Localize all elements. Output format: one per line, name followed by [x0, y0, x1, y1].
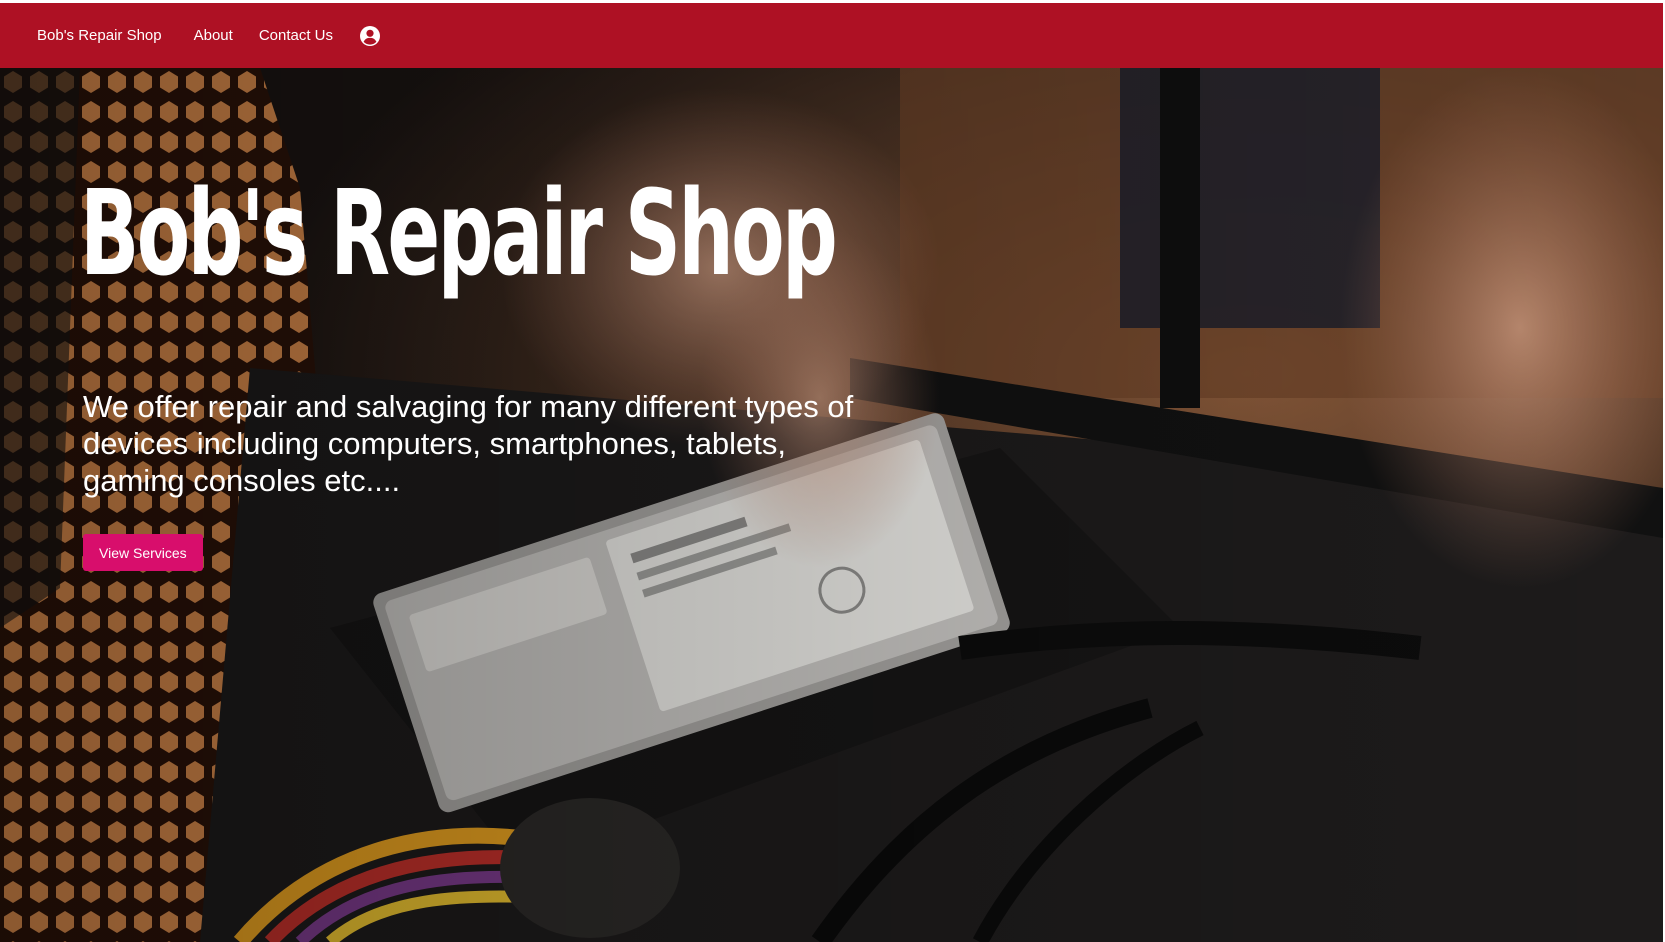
hero-description: We offer repair and salvaging for many d… [83, 389, 854, 498]
view-services-button[interactable]: View Services [83, 534, 203, 571]
hero-title: Bob's Repair Shop [80, 164, 838, 302]
nav-link-about[interactable]: About [194, 27, 233, 44]
page: Bob's Repair Shop About Contact Us Bob's… [0, 0, 1665, 942]
nav-link-contact-us[interactable]: Contact Us [259, 27, 333, 44]
top-navbar: Bob's Repair Shop About Contact Us [0, 3, 1663, 68]
nav-brand-link[interactable]: Bob's Repair Shop [37, 27, 162, 44]
hero-section: Bob's Repair Shop We offer repair and sa… [0, 68, 1663, 942]
account-circle-icon[interactable] [359, 25, 381, 47]
